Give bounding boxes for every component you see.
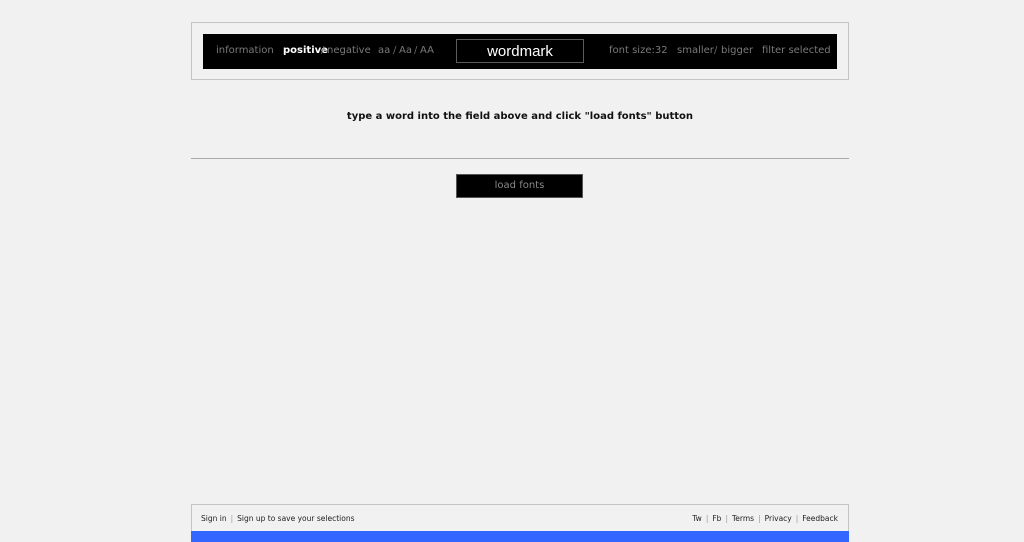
separator: / bbox=[414, 45, 418, 56]
separator: | bbox=[230, 514, 234, 523]
footer-left: Sign in | Sign up to save your selections bbox=[201, 514, 355, 523]
terms-link[interactable]: Terms bbox=[732, 514, 754, 523]
font-size-label-text: font size: bbox=[609, 45, 655, 56]
header-frame: information positive / negative aa / Aa … bbox=[191, 22, 849, 80]
sign-in-link[interactable]: Sign in bbox=[201, 514, 227, 523]
case-lower-toggle[interactable]: aa bbox=[378, 45, 390, 56]
separator: | bbox=[705, 514, 709, 523]
bigger-button[interactable]: bigger bbox=[721, 45, 753, 56]
feedback-link[interactable]: Feedback bbox=[802, 514, 838, 523]
separator: | bbox=[725, 514, 728, 523]
promo-banner[interactable] bbox=[191, 531, 849, 542]
wordmark-input[interactable] bbox=[456, 39, 584, 63]
load-fonts-button[interactable]: load fonts bbox=[456, 174, 583, 198]
divider bbox=[191, 158, 849, 159]
separator: | bbox=[795, 514, 799, 523]
case-upper-toggle[interactable]: AA bbox=[420, 45, 434, 56]
separator: / bbox=[321, 45, 325, 56]
facebook-link[interactable]: Fb bbox=[712, 514, 721, 523]
sign-up-link[interactable]: Sign up to save your selections bbox=[237, 514, 354, 523]
case-title-toggle[interactable]: Aa bbox=[399, 45, 412, 56]
separator: / bbox=[393, 45, 397, 56]
footer-right: Tw | Fb | Terms | Privacy | Feedback bbox=[692, 514, 838, 523]
information-link[interactable]: information bbox=[216, 45, 274, 56]
twitter-link[interactable]: Tw bbox=[692, 514, 701, 523]
footer: Sign in | Sign up to save your selections … bbox=[191, 504, 849, 531]
instruction-text: type a word into the field above and cli… bbox=[346, 111, 694, 122]
toolbar: information positive / negative aa / Aa … bbox=[203, 34, 837, 69]
filter-selected-button[interactable]: filter selected bbox=[762, 45, 831, 56]
smaller-button[interactable]: smaller bbox=[677, 45, 714, 56]
separator: | bbox=[758, 514, 761, 523]
font-size-value: 32 bbox=[654, 45, 668, 56]
negative-toggle[interactable]: negative bbox=[327, 45, 371, 56]
separator: / bbox=[714, 45, 718, 56]
font-size-label: font size:32 bbox=[609, 45, 668, 56]
privacy-link[interactable]: Privacy bbox=[765, 514, 792, 523]
